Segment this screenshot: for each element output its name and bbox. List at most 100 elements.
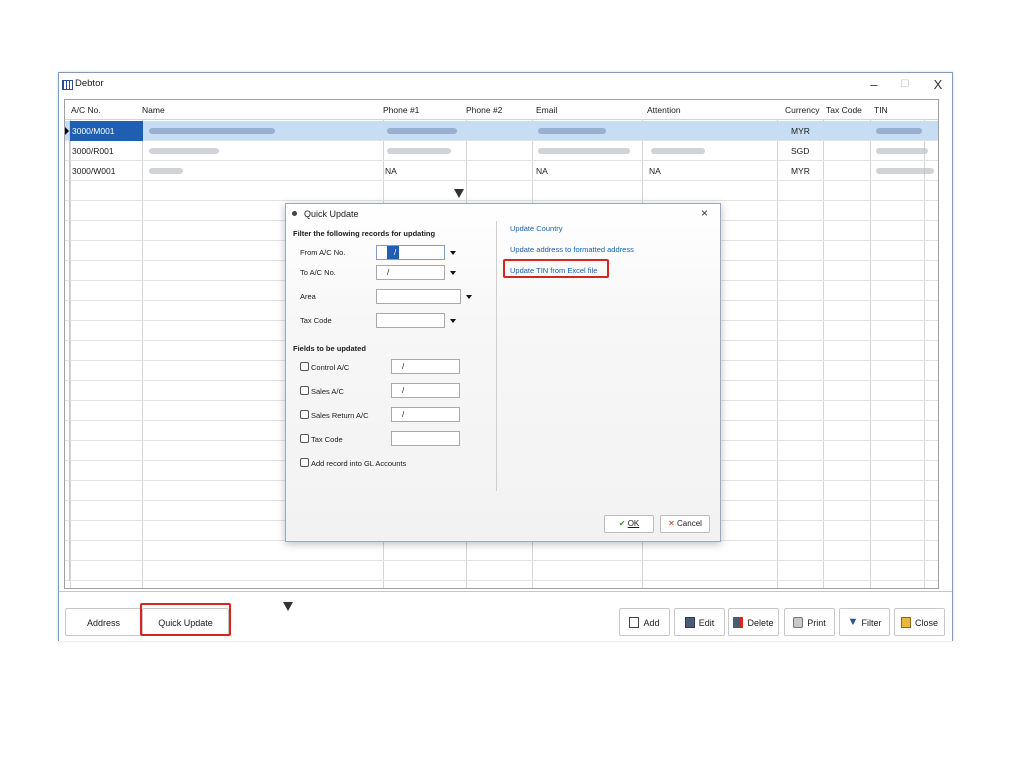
delete-label: Delete (747, 618, 774, 628)
add-button[interactable]: Add (619, 608, 670, 636)
from-ac-input[interactable]: / (376, 245, 445, 260)
sales-ac-checkbox[interactable] (300, 386, 309, 395)
control-ac-checkbox[interactable] (300, 362, 309, 371)
title-bar: Debtor – ☐ X (59, 73, 952, 97)
table-row-empty[interactable] (65, 181, 938, 201)
print-label: Print (807, 618, 826, 628)
col-header-attention[interactable]: Attention (647, 105, 681, 115)
bottom-toolbar: Address Quick Update Add Edit Delete Pri… (59, 591, 952, 641)
area-dropdown-icon[interactable] (463, 289, 475, 304)
dialog-title: Quick Update (304, 209, 359, 219)
col-header-ac-no[interactable]: A/C No. (71, 105, 101, 115)
table-row-empty[interactable] (65, 541, 938, 561)
sales-return-ac-label[interactable]: Sales Return A/C (311, 411, 369, 420)
edit-button[interactable]: Edit (674, 608, 725, 636)
table-row[interactable]: 3000/W001 NA NA NA MYR (65, 161, 938, 181)
update-address-link[interactable]: Update address to formatted address (510, 245, 634, 254)
table-row[interactable]: 3000/M001 MYR (65, 121, 938, 141)
from-ac-dropdown-icon[interactable] (447, 245, 459, 260)
tax-code-field-checkbox[interactable] (300, 434, 309, 443)
tax-code-field-input[interactable] (391, 431, 460, 446)
folder-close-icon (900, 617, 911, 629)
edit-icon (684, 617, 695, 629)
add-gl-label[interactable]: Add record into GL Accounts (311, 459, 406, 468)
maximize-button[interactable]: ☐ (890, 75, 920, 95)
tax-code-filter-input[interactable] (376, 313, 445, 328)
delete-button[interactable]: Delete (728, 608, 779, 636)
dialog-close-button[interactable]: × (701, 206, 708, 220)
print-button[interactable]: Print (784, 608, 835, 636)
cancel-x-icon: ✕ (668, 519, 675, 528)
cell-currency[interactable]: SGD (791, 141, 809, 161)
dialog-divider (496, 221, 497, 491)
area-input[interactable] (376, 289, 461, 304)
cell-currency[interactable]: MYR (791, 161, 810, 181)
filter-button[interactable]: ▼ Filter (839, 608, 890, 636)
cell-ac-no[interactable]: 3000/R001 (70, 141, 143, 161)
col-header-phone2[interactable]: Phone #2 (466, 105, 502, 115)
sales-return-ac-input[interactable]: / (391, 407, 460, 422)
cell-ac-no[interactable]: 3000/W001 (70, 161, 143, 181)
to-ac-value: / (387, 268, 390, 277)
update-country-link[interactable]: Update Country (510, 224, 563, 233)
sales-ac-label[interactable]: Sales A/C (311, 387, 344, 396)
col-header-name[interactable]: Name (142, 105, 165, 115)
fields-heading: Fields to be updated (293, 344, 366, 353)
sales-ac-input[interactable]: / (391, 383, 460, 398)
tax-code-field-label[interactable]: Tax Code (311, 435, 343, 444)
tax-code-filter-label: Tax Code (300, 316, 332, 325)
grid-header: A/C No. Name Phone #1 Phone #2 Email Att… (65, 100, 938, 120)
quick-update-button[interactable]: Quick Update (142, 608, 229, 636)
filter-label: Filter (861, 618, 882, 628)
check-icon: ✔ (618, 519, 626, 528)
cell-attention[interactable]: NA (649, 161, 661, 181)
mouse-cursor-icon (283, 602, 293, 611)
to-ac-input[interactable]: / (376, 265, 445, 280)
table-row-empty[interactable] (65, 561, 938, 581)
filter-heading: Filter the following records for updatin… (293, 229, 436, 238)
current-row-arrow-icon (65, 127, 69, 135)
cell-currency[interactable]: MYR (791, 121, 810, 141)
cell-ac-no[interactable]: 3000/M001 (70, 121, 143, 141)
add-gl-checkbox[interactable] (300, 458, 309, 467)
quick-update-dialog: Quick Update × Filter the following reco… (285, 203, 721, 542)
close-window-button[interactable]: X (923, 75, 953, 95)
debtor-window: Debtor – ☐ X A/C No. Name Phone #1 Phone… (58, 72, 953, 641)
window-title: Debtor (75, 78, 104, 89)
cell-email[interactable]: NA (536, 161, 548, 181)
cell-phone1[interactable]: NA (385, 161, 397, 181)
sales-return-ac-checkbox[interactable] (300, 410, 309, 419)
cell-attention-redacted (651, 148, 705, 154)
cell-name-redacted (149, 168, 183, 174)
ok-button[interactable]: ✔ OK (604, 515, 654, 533)
debtor-grid[interactable]: A/C No. Name Phone #1 Phone #2 Email Att… (64, 99, 939, 589)
address-button[interactable]: Address (65, 608, 142, 636)
cancel-label: Cancel (677, 519, 702, 528)
minimize-button[interactable]: – (859, 75, 889, 95)
tax-code-dropdown-icon[interactable] (447, 313, 459, 328)
col-header-tin[interactable]: TIN (874, 105, 888, 115)
mouse-cursor-icon (454, 189, 464, 198)
col-header-email[interactable]: Email (536, 105, 557, 115)
edit-label: Edit (698, 618, 715, 628)
col-header-tax-code[interactable]: Tax Code (826, 105, 862, 115)
close-button[interactable]: Close (894, 608, 945, 636)
col-header-phone1[interactable]: Phone #1 (383, 105, 419, 115)
ok-label: OK (627, 519, 640, 528)
update-tin-link[interactable]: Update TIN from Excel file (510, 266, 597, 275)
control-ac-input[interactable]: / (391, 359, 460, 374)
col-header-currency[interactable]: Currency (785, 105, 819, 115)
add-label: Add (643, 618, 660, 628)
cancel-button[interactable]: ✕ Cancel (660, 515, 710, 533)
to-ac-dropdown-icon[interactable] (447, 265, 459, 280)
printer-icon (793, 617, 804, 629)
filter-funnel-icon: ▼ (847, 616, 859, 629)
cell-tin-redacted (876, 128, 922, 134)
to-ac-label: To A/C No. (300, 268, 336, 277)
cell-name-redacted (149, 128, 275, 134)
control-ac-label[interactable]: Control A/C (311, 363, 349, 372)
table-row[interactable]: 3000/R001 SGD (65, 141, 938, 161)
from-ac-value: / (387, 246, 400, 259)
from-ac-label: From A/C No. (300, 248, 346, 257)
cell-email-redacted (538, 128, 606, 134)
